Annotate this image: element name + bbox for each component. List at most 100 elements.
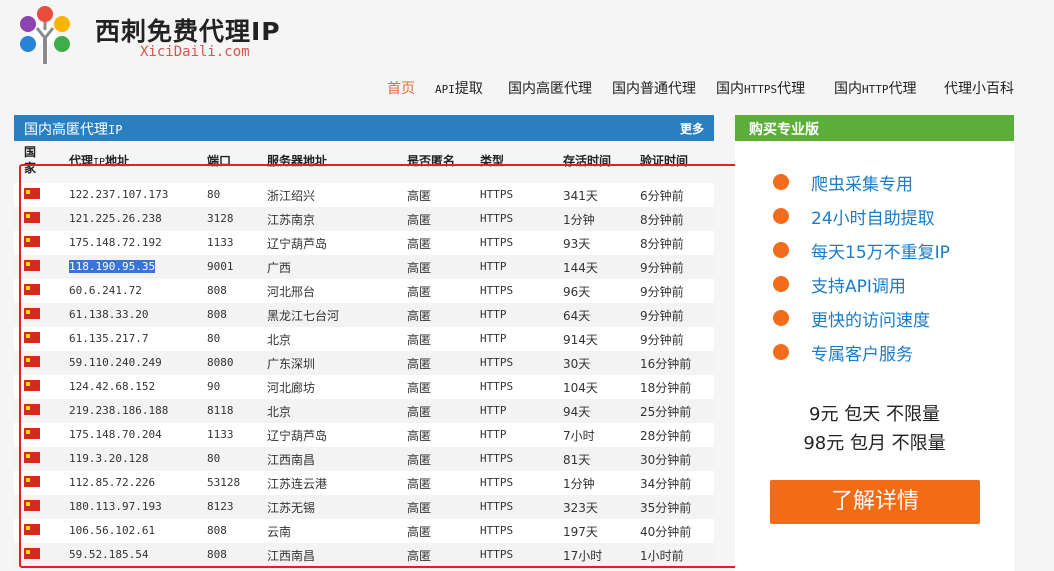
nav-high-anon[interactable]: 国内高匿代理 (508, 78, 592, 98)
china-flag-icon (24, 308, 40, 319)
nav-normal[interactable]: 国内普通代理 (612, 78, 696, 98)
anon-cell: 高匿 (407, 525, 432, 539)
port-cell: 80 (207, 332, 221, 345)
pro-panel: 购买专业版 爬虫采集专用 24小时自助提取 每天15万不重复IP 支持API调用 更快的… (735, 115, 1014, 571)
type-cell: HTTPS (480, 548, 514, 561)
china-flag-icon (24, 452, 40, 463)
pro-panel-header: 购买专业版 (735, 115, 1014, 141)
anon-cell: 高匿 (407, 285, 432, 299)
verify-cell: 28分钟前 (640, 429, 692, 443)
nav-wiki[interactable]: 代理小百科 (944, 78, 1014, 98)
nav-https[interactable]: 国内HTTPS代理 (716, 78, 805, 98)
bullet-icon (773, 242, 789, 258)
china-flag-icon (24, 404, 40, 415)
site-logo[interactable] (12, 6, 78, 68)
col-port: 端口 (207, 154, 232, 168)
col-country: 国家 (24, 145, 37, 175)
port-cell: 808 (207, 524, 227, 537)
anon-cell: 高匿 (407, 381, 432, 395)
alive-cell: 1分钟 (563, 477, 595, 491)
table-row: 118.190.95.35 9001 广西 高匿 HTTP 144天 9分钟前 (14, 255, 714, 279)
pro-panel-title: 购买专业版 (749, 122, 819, 138)
anon-cell: 高匿 (407, 477, 432, 491)
location-cell: 河北廊坊 (267, 381, 316, 395)
type-cell: HTTPS (480, 452, 514, 465)
china-flag-icon (24, 548, 40, 559)
location-cell: 江苏连云港 (267, 477, 328, 491)
bullet-icon (773, 208, 789, 224)
port-cell: 1133 (207, 428, 234, 441)
main-panel-header: 国内高匿代理IP 更多 (14, 115, 714, 141)
table-row: 219.238.186.188 8118 北京 高匿 HTTP 94天 25分钟前 (14, 399, 714, 423)
china-flag-icon (24, 332, 40, 343)
location-cell: 北京 (267, 405, 292, 419)
verify-cell: 8分钟前 (640, 237, 684, 251)
ip-cell: 61.138.33.20 (69, 308, 149, 321)
verify-cell: 25分钟前 (640, 405, 692, 419)
type-cell: HTTPS (480, 284, 514, 297)
site-domain: XiciDaili.com (140, 44, 250, 60)
ip-cell: 122.237.107.173 (69, 188, 169, 201)
anon-cell: 高匿 (407, 453, 432, 467)
anon-cell: 高匿 (407, 429, 432, 443)
type-cell: HTTP (480, 260, 507, 273)
table-row: 61.138.33.20 808 黑龙江七台河 高匿 HTTP 64天 9分钟前 (14, 303, 714, 327)
table-row: 119.3.20.128 80 江西南昌 高匿 HTTPS 81天 30分钟前 (14, 447, 714, 471)
type-cell: HTTP (480, 308, 507, 321)
port-cell: 8118 (207, 404, 234, 417)
ip-cell: 119.3.20.128 (69, 452, 149, 465)
type-cell: HTTPS (480, 356, 514, 369)
verify-cell: 30分钟前 (640, 453, 692, 467)
location-cell: 江西南昌 (267, 549, 316, 563)
proxy-table-body: 122.237.107.173 80 浙江绍兴 高匿 HTTPS 341天 6分钟前 121.… (14, 183, 714, 567)
col-location: 服务器地址 (267, 154, 328, 168)
table-header: 国家 代理IP地址 端口 服务器地址 是否匿名 类型 存活时间 验证时间 (14, 141, 714, 183)
port-cell: 808 (207, 308, 227, 321)
table-row: 124.42.68.152 90 河北廊坊 高匿 HTTPS 104天 18分钟前 (14, 375, 714, 399)
bullet-icon (773, 344, 789, 360)
anon-cell: 高匿 (407, 237, 432, 251)
feature-item: 支持API调用 (811, 277, 906, 297)
col-verify: 验证时间 (640, 154, 689, 168)
alive-cell: 144天 (563, 261, 598, 275)
table-row: 106.56.102.61 808 云南 高匿 HTTPS 197天 40分钟前 (14, 519, 714, 543)
nav-api[interactable]: API提取 (435, 78, 483, 98)
port-cell: 808 (207, 548, 227, 561)
verify-cell: 1小时前 (640, 549, 684, 563)
location-cell: 辽宁葫芦岛 (267, 429, 328, 443)
col-type: 类型 (480, 154, 505, 168)
verify-cell: 40分钟前 (640, 525, 692, 539)
china-flag-icon (24, 476, 40, 487)
feature-item: 专属客户服务 (811, 345, 913, 365)
alive-cell: 341天 (563, 189, 598, 203)
alive-cell: 64天 (563, 309, 591, 323)
alive-cell: 1分钟 (563, 213, 595, 227)
type-cell: HTTP (480, 332, 507, 345)
anon-cell: 高匿 (407, 357, 432, 371)
china-flag-icon (24, 500, 40, 511)
anon-cell: 高匿 (407, 261, 432, 275)
nav-http[interactable]: 国内HTTP代理 (834, 78, 917, 98)
alive-cell: 197天 (563, 525, 598, 539)
alive-cell: 93天 (563, 237, 591, 251)
china-flag-icon (24, 260, 40, 271)
nav-home[interactable]: 首页 (387, 78, 415, 98)
alive-cell: 17小时 (563, 549, 603, 563)
col-anon: 是否匿名 (407, 154, 456, 168)
china-flag-icon (24, 188, 40, 199)
more-link[interactable]: 更多 (680, 120, 704, 137)
port-cell: 8123 (207, 500, 234, 513)
table-row: 59.110.240.249 8080 广东深圳 高匿 HTTPS 30天 16分钟前 (14, 351, 714, 375)
learn-more-button[interactable]: 了解详情 (770, 480, 980, 524)
anon-cell: 高匿 (407, 333, 432, 347)
price-day: 9元 包天 不限量 (809, 404, 940, 425)
alive-cell: 96天 (563, 285, 591, 299)
site-title: 西刺免费代理IP (95, 17, 281, 46)
table-row: 180.113.97.193 8123 江苏无锡 高匿 HTTPS 323天 35分钟前 (14, 495, 714, 519)
port-cell: 90 (207, 380, 221, 393)
type-cell: HTTPS (480, 236, 514, 249)
ip-cell: 175.148.72.192 (69, 236, 162, 249)
location-cell: 黑龙江七台河 (267, 309, 340, 323)
port-cell: 8080 (207, 356, 234, 369)
col-ip: 代理IP地址 (69, 154, 130, 168)
